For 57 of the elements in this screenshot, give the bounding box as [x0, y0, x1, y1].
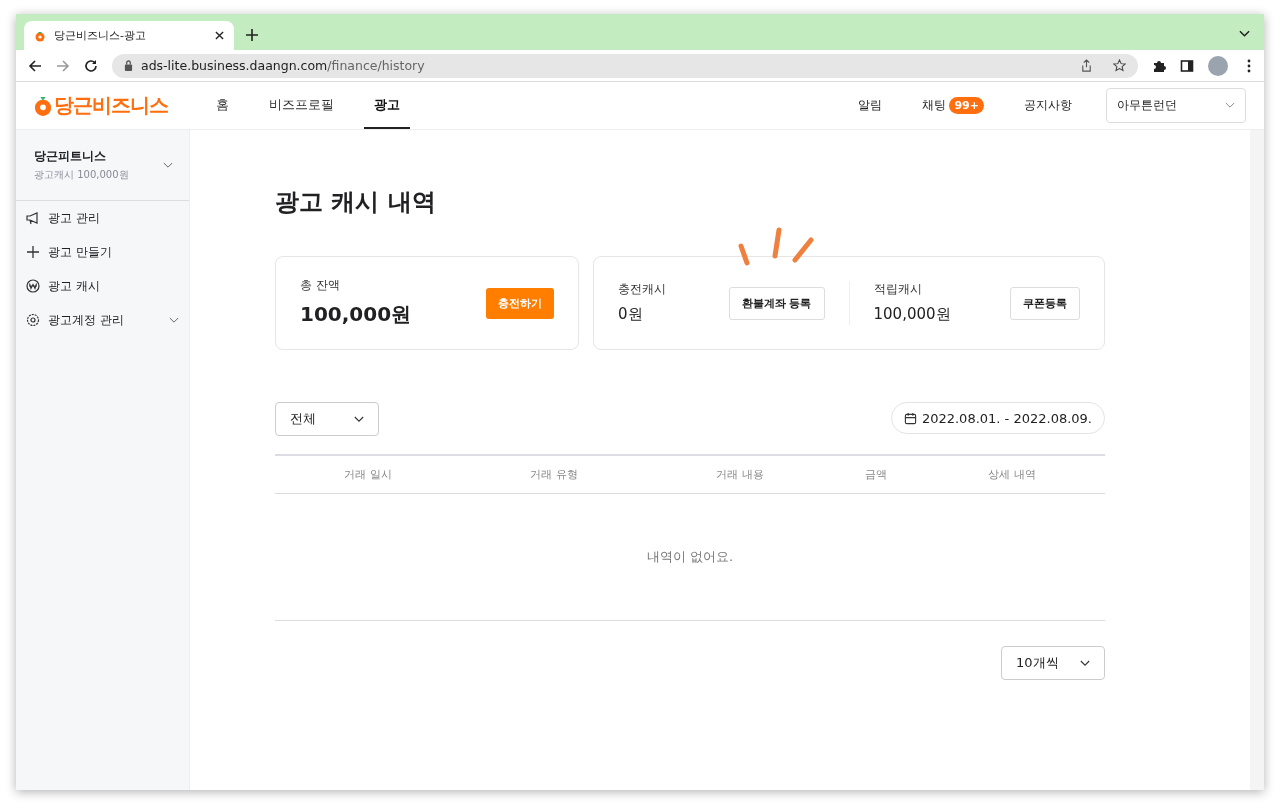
megaphone-icon — [26, 211, 40, 225]
settings-icon — [26, 313, 40, 327]
plus-icon[interactable] — [246, 29, 258, 41]
carrot-icon — [34, 29, 46, 42]
chevron-down-icon — [1225, 102, 1235, 109]
star-icon[interactable] — [1113, 59, 1126, 72]
chevron-down-icon[interactable] — [1239, 30, 1250, 38]
tab-title: 당근비즈니스-광고 — [54, 28, 147, 43]
chevron-down-icon — [354, 415, 364, 423]
sidebar-item[interactable]: 광고 캐시 — [16, 269, 189, 303]
nav-tab[interactable]: 광고 — [364, 82, 410, 129]
column-header: 거래 일시 — [344, 467, 392, 482]
cash-label: 충전캐시 — [618, 282, 666, 297]
chevron-down-icon — [169, 316, 179, 324]
url-text: ads-lite.business.daangn.com/finance/history — [141, 58, 425, 73]
won-coin-icon — [26, 279, 40, 293]
type-filter-dropdown[interactable]: 전체 — [275, 402, 379, 436]
nav-tab[interactable]: 비즈프로필 — [259, 82, 344, 129]
chevron-down-icon — [1080, 659, 1090, 667]
nav-tab[interactable]: 홈 — [206, 82, 239, 129]
side-panel-icon[interactable] — [1180, 58, 1194, 73]
browser-tab[interactable]: 당근비즈니스-광고 — [24, 21, 234, 50]
sidebar-item[interactable]: 광고 관리 — [16, 201, 189, 235]
header-link[interactable]: 공지사항 — [1024, 97, 1072, 114]
chevron-down-icon — [163, 161, 173, 169]
plus-icon — [26, 245, 40, 259]
address-bar[interactable]: ads-lite.business.daangn.com/finance/history — [112, 53, 1138, 78]
close-icon[interactable] — [215, 31, 224, 40]
forward-arrow-icon[interactable] — [56, 58, 70, 73]
cash-label: 적립캐시 — [873, 282, 923, 297]
account-dropdown[interactable]: 아무튼런던 — [1106, 88, 1246, 123]
puzzle-icon[interactable] — [1152, 58, 1166, 73]
column-header: 거래 유형 — [530, 467, 578, 482]
empty-message: 내역이 없어요. — [646, 548, 734, 566]
cash-amount: 0원 — [618, 305, 644, 324]
back-arrow-icon[interactable] — [28, 58, 42, 73]
column-header: 거래 내용 — [716, 467, 764, 482]
count-badge: 99+ — [949, 97, 984, 114]
calendar-icon — [903, 411, 917, 425]
balance-label: 총 잔액 — [300, 278, 341, 293]
column-header: 상세 내역 — [988, 467, 1036, 482]
page-title: 광고 캐시 내역 — [275, 187, 437, 218]
header-link[interactable]: 알림 — [858, 97, 883, 114]
reload-icon[interactable] — [84, 58, 98, 73]
cash-amount: 100,000원 — [873, 305, 951, 324]
sidebar-item[interactable]: 광고계정 관리 — [16, 303, 189, 337]
share-icon[interactable] — [1080, 59, 1093, 72]
business-selector[interactable]: 당근피트니스 광고캐시 100,000원 — [16, 130, 189, 201]
balance-amount: 100,000원 — [300, 301, 412, 328]
register-button[interactable]: 쿠폰등록 — [1010, 286, 1080, 320]
header-link[interactable]: 채팅 — [922, 97, 947, 114]
column-header: 금액 — [865, 467, 887, 482]
lock-icon — [124, 60, 133, 71]
date-range-button[interactable]: 2022.08.01. - 2022.08.09. — [890, 402, 1105, 434]
register-button[interactable]: 환불계좌 등록 — [728, 286, 825, 320]
sidebar-item[interactable]: 광고 만들기 — [16, 235, 189, 269]
page-size-dropdown[interactable]: 10개씩 — [1001, 646, 1105, 680]
